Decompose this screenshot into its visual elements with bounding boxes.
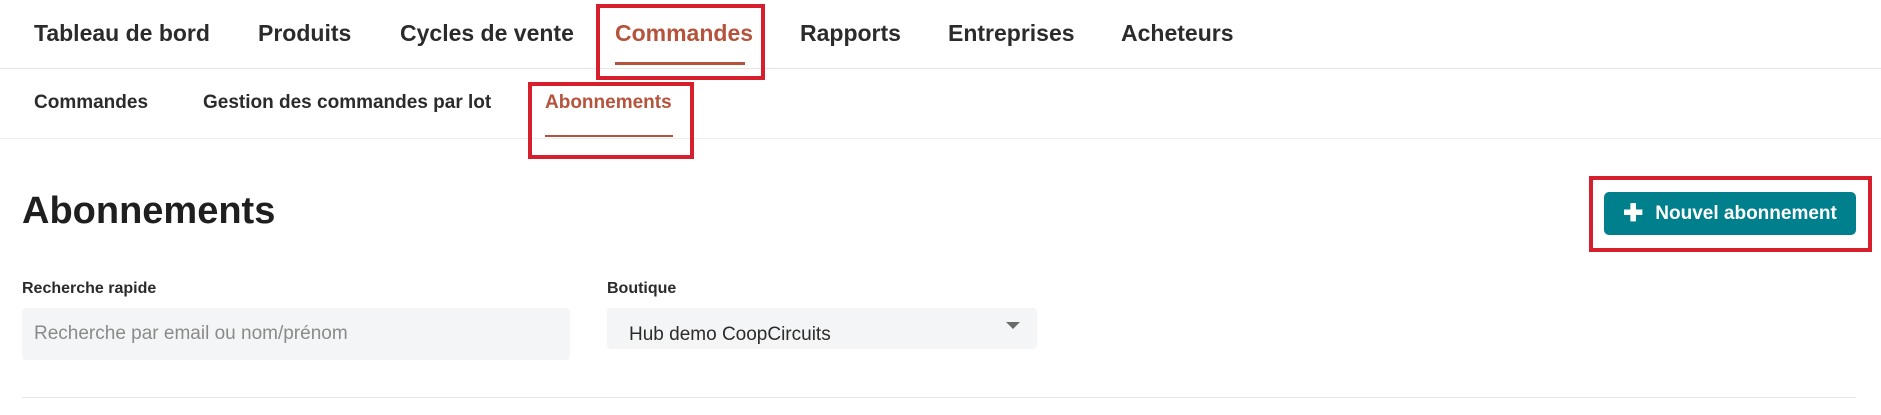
- main-navigation: Tableau de bord Produits Cycles de vente…: [0, 0, 1881, 69]
- new-subscription-label: Nouvel abonnement: [1655, 202, 1837, 224]
- shop-select-value: Hub demo CoopCircuits: [629, 324, 831, 345]
- page-title: Abonnements: [22, 190, 276, 232]
- nav-item-tableau-de-bord[interactable]: Tableau de bord: [34, 20, 210, 47]
- nav-item-rapports[interactable]: Rapports: [800, 20, 901, 47]
- search-input[interactable]: [22, 308, 570, 360]
- plus-icon: ✚: [1623, 199, 1644, 227]
- sub-navigation: Commandes Gestion des commandes par lot …: [0, 69, 1881, 139]
- divider: [22, 397, 1856, 398]
- nav-item-produits[interactable]: Produits: [258, 20, 351, 47]
- active-subtab-indicator: [545, 135, 673, 137]
- nav-item-acheteurs[interactable]: Acheteurs: [1121, 20, 1233, 47]
- subnav-item-commandes[interactable]: Commandes: [34, 92, 148, 114]
- shop-label: Boutique: [607, 280, 677, 297]
- shop-select[interactable]: Hub demo CoopCircuits: [607, 308, 1037, 349]
- subnav-item-gestion-commandes-lot[interactable]: Gestion des commandes par lot: [203, 92, 491, 114]
- nav-item-entreprises[interactable]: Entreprises: [948, 20, 1075, 47]
- caret-down-icon: [1006, 322, 1020, 329]
- subnav-item-abonnements[interactable]: Abonnements: [545, 92, 672, 114]
- active-tab-indicator: [615, 62, 745, 65]
- nav-item-cycles-de-vente[interactable]: Cycles de vente: [400, 20, 574, 47]
- new-subscription-button[interactable]: ✚ Nouvel abonnement: [1604, 192, 1856, 235]
- nav-item-commandes[interactable]: Commandes: [615, 20, 753, 47]
- search-label: Recherche rapide: [22, 280, 157, 297]
